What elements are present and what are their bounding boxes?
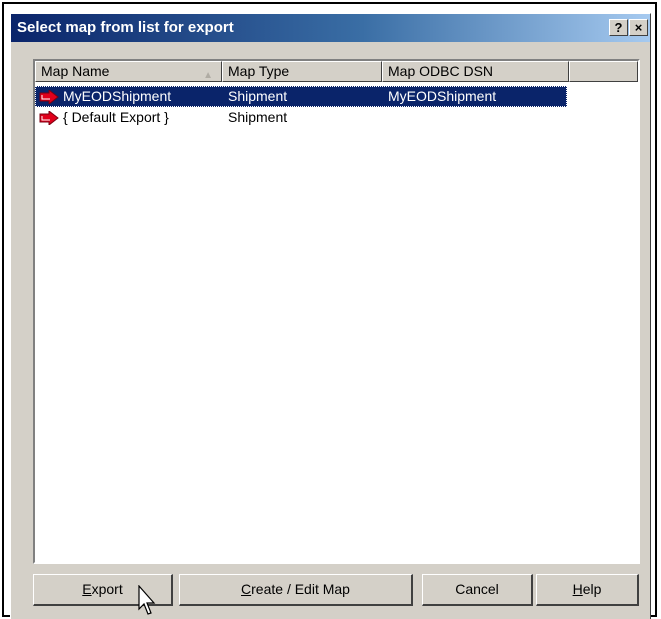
export-map-arrow-icon xyxy=(39,111,59,125)
column-header-map-name[interactable]: Map Name ▲ xyxy=(35,61,222,82)
list-row[interactable]: MyEODShipment Shipment MyEODShipment xyxy=(35,86,567,107)
map-list[interactable]: Map Name ▲ Map Type Map ODBC DSN MyEODSh… xyxy=(33,59,640,564)
list-row[interactable]: { Default Export } Shipment xyxy=(35,107,567,128)
help-mnemonic: H xyxy=(572,581,583,597)
cancel-button[interactable]: Cancel xyxy=(422,574,533,606)
export-map-arrow-icon xyxy=(39,90,59,104)
mouse-pointer-icon xyxy=(138,585,156,615)
sort-ascending-icon: ▲ xyxy=(203,70,213,81)
help-label: elp xyxy=(582,581,602,597)
title-bar: Select map from list for export ? × xyxy=(11,14,650,42)
dialog-title: Select map from list for export xyxy=(17,19,234,36)
create-edit-map-button[interactable]: Create / Edit Map xyxy=(179,574,413,606)
column-header-map-type[interactable]: Map Type xyxy=(222,61,382,82)
create-edit-mnemonic: C xyxy=(241,581,252,597)
row-map-type: Shipment xyxy=(228,88,288,104)
list-header: Map Name ▲ Map Type Map ODBC DSN xyxy=(35,61,638,82)
export-mnemonic: E xyxy=(82,581,92,597)
row-map-type: Shipment xyxy=(228,109,288,125)
create-edit-label: reate / Edit Map xyxy=(251,581,350,597)
column-label: Map Name xyxy=(41,63,110,79)
help-button[interactable]: Help xyxy=(536,574,639,606)
row-map-name: MyEODShipment xyxy=(63,88,172,104)
dialog-window: Select map from list for export ? × Map … xyxy=(10,13,651,619)
close-title-button[interactable]: × xyxy=(629,19,648,36)
column-header-map-odbc-dsn[interactable]: Map ODBC DSN xyxy=(382,61,569,82)
row-map-dsn: MyEODShipment xyxy=(388,88,497,104)
export-label: xport xyxy=(91,581,123,597)
help-title-button[interactable]: ? xyxy=(609,19,628,36)
column-header-filler xyxy=(569,61,638,82)
row-map-name: { Default Export } xyxy=(63,109,169,125)
